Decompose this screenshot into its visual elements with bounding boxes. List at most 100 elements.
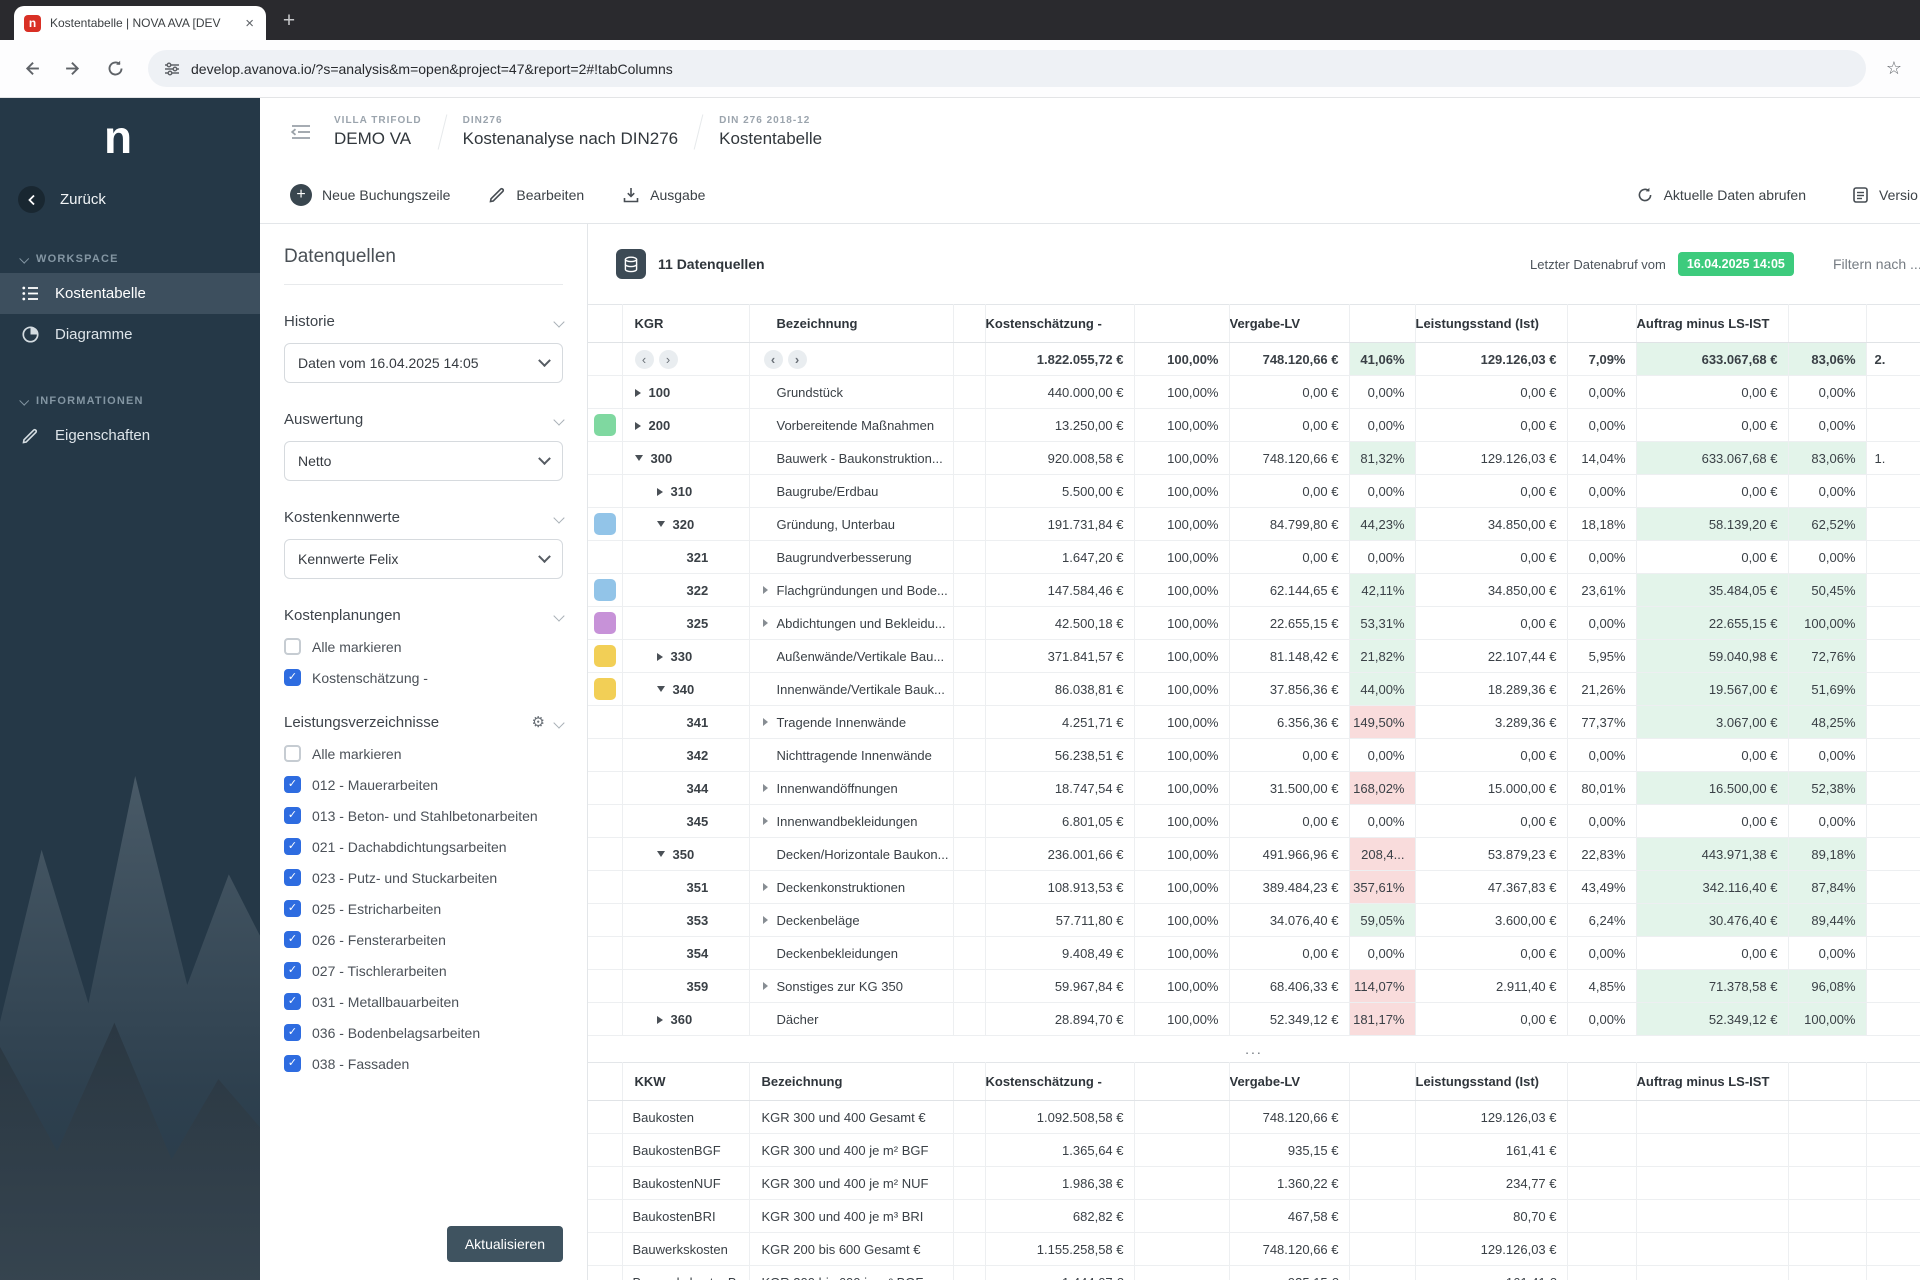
collapse-row-icon[interactable]	[657, 521, 665, 527]
kostenplanung-item[interactable]: ✓Kostenschätzung -	[284, 669, 563, 686]
kgr-cell[interactable]: 330	[622, 640, 749, 673]
collapse-row-icon[interactable]	[657, 851, 665, 857]
table-row[interactable]: 344Innenwandöffnungen18.747,54 €100,00%3…	[588, 772, 1920, 805]
table-row[interactable]: 360Dächer28.894,70 €100,00%52.349,12 €18…	[588, 1003, 1920, 1036]
column-header-bezeichnung[interactable]: Bezeichnung	[749, 1063, 953, 1101]
summary-row[interactable]: ‹›‹›1.822.055,72 €100,00%748.120,66 €41,…	[588, 343, 1920, 376]
column-header-kgr[interactable]: KGR	[622, 305, 749, 343]
lv-item[interactable]: ✓038 - Fassaden	[284, 1055, 563, 1072]
bezeichnung-cell[interactable]: Innenwandbekleidungen	[749, 805, 953, 838]
bezeichnung-cell[interactable]: Vorbereitende Maßnahmen	[749, 409, 953, 442]
checkbox-checked[interactable]: ✓	[284, 1055, 301, 1072]
lv-item[interactable]: ✓013 - Beton- und Stahlbetonarbeiten	[284, 807, 563, 824]
update-button[interactable]: Aktualisieren	[447, 1226, 563, 1262]
checkbox-checked[interactable]: ✓	[284, 869, 301, 886]
kgr-cell[interactable]: 345	[622, 805, 749, 838]
checkbox-checked[interactable]: ✓	[284, 962, 301, 979]
table-row[interactable]: 350Decken/Horizontale Baukon...236.001,6…	[588, 838, 1920, 871]
kgr-cell[interactable]: 354	[622, 937, 749, 970]
kostenkennwerte-select[interactable]: Kennwerte Felix	[284, 539, 563, 579]
bezeichnung-cell[interactable]: Gründung, Unterbau	[749, 508, 953, 541]
prev-column-icon[interactable]: ‹	[635, 350, 654, 369]
collapse-row-icon[interactable]	[657, 686, 665, 692]
collapse-section-icon[interactable]	[553, 316, 564, 327]
kgr-cell[interactable]: 300	[622, 442, 749, 475]
collapse-section-icon[interactable]	[553, 610, 564, 621]
bezeichnung-cell[interactable]: Deckenbeläge	[749, 904, 953, 937]
kkw-row[interactable]: BaukostenBGFKGR 300 und 400 je m² BGF1.3…	[588, 1134, 1920, 1167]
kgr-cell[interactable]: 359	[622, 970, 749, 1003]
column-header-kkw[interactable]: KKW	[622, 1063, 749, 1101]
kgr-cell[interactable]: 342	[622, 739, 749, 772]
sidebar-item-diagramme[interactable]: Diagramme	[0, 314, 260, 355]
historie-select[interactable]: Daten vom 16.04.2025 14:05	[284, 343, 563, 383]
checkbox-checked[interactable]: ✓	[284, 838, 301, 855]
checkbox-unchecked[interactable]	[284, 638, 301, 655]
browser-tab[interactable]: n Kostentabelle | NOVA AVA [DEV ×	[14, 6, 266, 40]
table-row[interactable]: 351Deckenkonstruktionen108.913,53 €100,0…	[588, 871, 1920, 904]
column-header-leistungsstand[interactable]: Leistungsstand (Ist)	[1415, 305, 1567, 343]
checkbox-checked[interactable]: ✓	[284, 993, 301, 1010]
kkw-row[interactable]: BaukostenKGR 300 und 400 Gesamt €1.092.5…	[588, 1101, 1920, 1134]
lv-item[interactable]: ✓027 - Tischlerarbeiten	[284, 962, 563, 979]
column-header-kostenschaetzung[interactable]: Kostenschätzung -	[985, 305, 1134, 343]
detail-arrow-icon[interactable]	[763, 586, 768, 594]
table-row[interactable]: 342Nichttragende Innenwände56.238,51 €10…	[588, 739, 1920, 772]
bezeichnung-cell[interactable]: Tragende Innenwände	[749, 706, 953, 739]
bezeichnung-cell[interactable]: Abdichtungen und Bekleidu...	[749, 607, 953, 640]
kkw-row[interactable]: BauwerkskostenB...KGR 200 bis 600 je m² …	[588, 1266, 1920, 1280]
kkw-row[interactable]: BauwerkskostenKGR 200 bis 600 Gesamt €1.…	[588, 1233, 1920, 1266]
lv-item[interactable]: ✓031 - Metallbauarbeiten	[284, 993, 563, 1010]
kgr-cell[interactable]: 353	[622, 904, 749, 937]
sidebar-item-eigenschaften[interactable]: Eigenschaften	[0, 415, 260, 456]
collapse-section-icon[interactable]	[553, 717, 564, 728]
bezeichnung-cell[interactable]: Dächer	[749, 1003, 953, 1036]
bezeichnung-cell[interactable]: Deckenkonstruktionen	[749, 871, 953, 904]
bezeichnung-cell[interactable]: Sonstiges zur KG 350	[749, 970, 953, 1003]
bezeichnung-cell[interactable]: Decken/Horizontale Baukon...	[749, 838, 953, 871]
kgr-cell[interactable]: 321	[622, 541, 749, 574]
table-row[interactable]: 310Baugrube/Erdbau5.500,00 €100,00%0,00 …	[588, 475, 1920, 508]
select-all-lv[interactable]: Alle markieren	[284, 745, 563, 762]
table-row[interactable]: 100Grundstück440.000,00 €100,00%0,00 €0,…	[588, 376, 1920, 409]
detail-arrow-icon[interactable]	[763, 982, 768, 990]
bezeichnung-cell[interactable]: Flachgründungen und Bode...	[749, 574, 953, 607]
detail-arrow-icon[interactable]	[763, 883, 768, 891]
kgr-cell[interactable]: 322	[622, 574, 749, 607]
lv-item[interactable]: ✓025 - Estricharbeiten	[284, 900, 563, 917]
column-header-auftrag-minus-ls-ist[interactable]: Auftrag minus LS-IST	[1636, 1063, 1788, 1101]
bezeichnung-cell[interactable]: Deckenbekleidungen	[749, 937, 953, 970]
bezeichnung-cell[interactable]: Außenwände/Vertikale Bau...	[749, 640, 953, 673]
sidebar-item-kostentabelle[interactable]: Kostentabelle	[0, 273, 260, 314]
bezeichnung-cell[interactable]: Grundstück	[749, 376, 953, 409]
collapse-section-icon[interactable]	[553, 414, 564, 425]
table-row[interactable]: 345Innenwandbekleidungen6.801,05 €100,00…	[588, 805, 1920, 838]
kgr-cell[interactable]: 100	[622, 376, 749, 409]
prev-column-icon[interactable]: ‹	[764, 350, 783, 369]
lv-item[interactable]: ✓026 - Fensterarbeiten	[284, 931, 563, 948]
kgr-cell[interactable]: 200	[622, 409, 749, 442]
column-header-vergabe-lv[interactable]: Vergabe-LV	[1229, 1063, 1349, 1101]
checkbox-checked[interactable]: ✓	[284, 669, 301, 686]
detail-arrow-icon[interactable]	[763, 817, 768, 825]
kgr-cell[interactable]: 341	[622, 706, 749, 739]
bezeichnung-cell[interactable]: Baugrube/Erdbau	[749, 475, 953, 508]
kgr-cell[interactable]: 351	[622, 871, 749, 904]
collapse-section-icon[interactable]	[553, 512, 564, 523]
column-header-auftrag-minus-ls-ist[interactable]: Auftrag minus LS-IST	[1636, 305, 1788, 343]
checkbox-checked[interactable]: ✓	[284, 931, 301, 948]
kgr-cell[interactable]: 360	[622, 1003, 749, 1036]
table-row[interactable]: 325Abdichtungen und Bekleidu...42.500,18…	[588, 607, 1920, 640]
column-header-leistungsstand[interactable]: Leistungsstand (Ist)	[1415, 1063, 1567, 1101]
detail-arrow-icon[interactable]	[763, 718, 768, 726]
kkw-row[interactable]: BaukostenBRIKGR 300 und 400 je m³ BRI682…	[588, 1200, 1920, 1233]
checkbox-checked[interactable]: ✓	[284, 776, 301, 793]
checkbox-checked[interactable]: ✓	[284, 1024, 301, 1041]
expand-row-icon[interactable]	[635, 389, 641, 397]
bezeichnung-cell[interactable]: Bauwerk - Baukonstruktion...	[749, 442, 953, 475]
edit-button[interactable]: Bearbeiten	[488, 186, 584, 204]
expand-row-icon[interactable]	[657, 488, 663, 496]
bezeichnung-cell[interactable]: Nichttragende Innenwände	[749, 739, 953, 772]
next-column-icon[interactable]: ›	[788, 350, 807, 369]
detail-arrow-icon[interactable]	[763, 619, 768, 627]
